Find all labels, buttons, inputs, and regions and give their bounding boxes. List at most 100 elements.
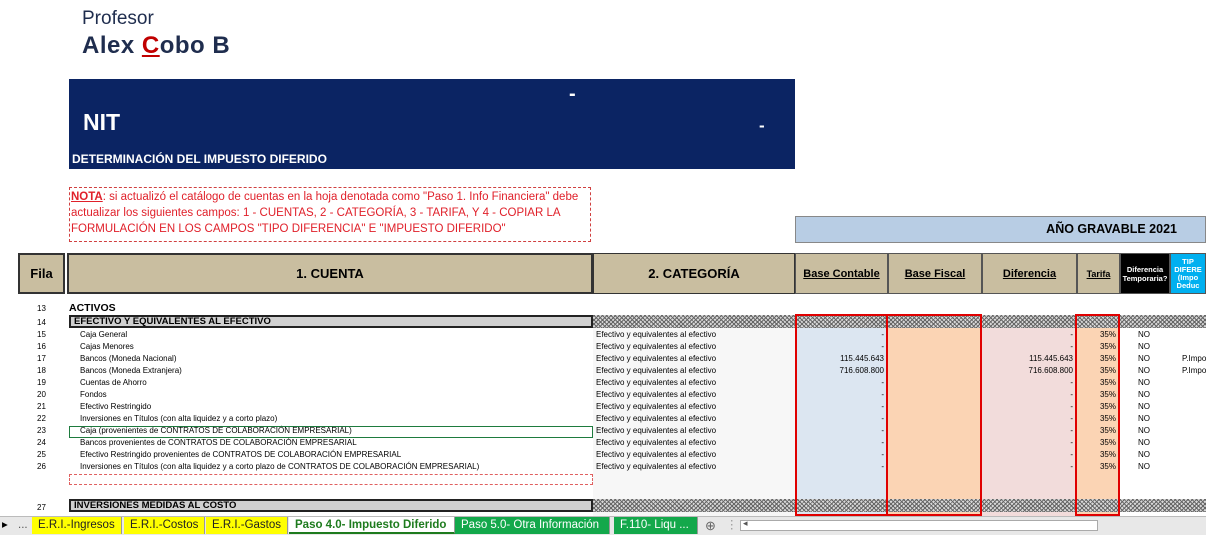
- diferencia-cell[interactable]: -: [984, 330, 1073, 339]
- cuenta-cell[interactable]: Inversiones en Títulos (con alta liquide…: [80, 414, 277, 423]
- base-contable-cell[interactable]: -: [796, 426, 884, 435]
- diferencia-cell[interactable]: -: [984, 462, 1073, 471]
- tarifa-cell[interactable]: 35%: [1078, 330, 1116, 339]
- categoria-cell[interactable]: Efectivo y equivalentes al efectivo: [596, 330, 716, 339]
- cuenta-cell[interactable]: Caja General: [80, 330, 127, 339]
- tarifa-cell[interactable]: 35%: [1078, 342, 1116, 351]
- categoria-cell[interactable]: Efectivo y equivalentes al efectivo: [596, 450, 716, 459]
- tab-paso4-impuesto-diferido[interactable]: Paso 4.0- Impuesto Diferido: [289, 517, 455, 534]
- tarifa-cell[interactable]: 35%: [1078, 366, 1116, 375]
- cuenta-cell[interactable]: Bancos (Moneda Extranjera): [80, 366, 182, 375]
- diferencia-temporaria-cell[interactable]: NO: [1138, 414, 1150, 423]
- scroll-left-icon[interactable]: ◂: [743, 518, 748, 529]
- diferencia-cell[interactable]: -: [984, 426, 1073, 435]
- header-tarifa[interactable]: Tarifa: [1077, 253, 1120, 294]
- row-number: 17: [37, 354, 46, 363]
- diferencia-temporaria-cell[interactable]: NO: [1138, 354, 1150, 363]
- more-tabs-button[interactable]: ...: [12, 517, 32, 534]
- base-contable-cell[interactable]: -: [796, 342, 884, 351]
- categoria-cell[interactable]: Efectivo y equivalentes al efectivo: [596, 390, 716, 399]
- cuenta-cell[interactable]: Efectivo Restringido provenientes de CON…: [80, 450, 401, 459]
- tab-eri-ingresos[interactable]: E.R.I.-Ingresos: [32, 517, 122, 534]
- categoria-cell[interactable]: Efectivo y equivalentes al efectivo: [596, 438, 716, 447]
- categoria-cell[interactable]: Efectivo y equivalentes al efectivo: [596, 378, 716, 387]
- diferencia-cell[interactable]: -: [984, 438, 1073, 447]
- base-contable-cell[interactable]: -: [796, 402, 884, 411]
- cuenta-cell[interactable]: Bancos (Moneda Nacional): [80, 354, 177, 363]
- diferencia-temporaria-cell[interactable]: NO: [1138, 426, 1150, 435]
- tipo-diferencia-cell[interactable]: P.Impo: [1182, 354, 1206, 363]
- scroll-tabs-left-icon[interactable]: ▸: [0, 517, 10, 534]
- base-contable-cell[interactable]: -: [796, 330, 884, 339]
- header-fila[interactable]: Fila: [18, 253, 65, 294]
- header-base-contable[interactable]: Base Contable: [795, 253, 888, 294]
- diferencia-temporaria-cell[interactable]: NO: [1138, 366, 1150, 375]
- diferencia-cell[interactable]: -: [984, 378, 1073, 387]
- tarifa-cell[interactable]: 35%: [1078, 426, 1116, 435]
- base-contable-cell[interactable]: -: [796, 414, 884, 423]
- tab-f110-liquidacion[interactable]: F.110- Liqu ...: [614, 517, 698, 534]
- base-contable-cell[interactable]: 115.445.643: [796, 354, 884, 363]
- tab-eri-costos[interactable]: E.R.I.-Costos: [124, 517, 205, 534]
- diferencia-cell[interactable]: 115.445.643: [984, 354, 1073, 363]
- diferencia-cell[interactable]: 716.608.800: [984, 366, 1074, 375]
- cuenta-cell[interactable]: Fondos: [80, 390, 107, 399]
- categoria-cell[interactable]: Efectivo y equivalentes al efectivo: [596, 342, 716, 351]
- add-sheet-icon[interactable]: ⊕: [702, 517, 722, 534]
- base-contable-cell[interactable]: -: [796, 450, 884, 459]
- base-contable-cell[interactable]: -: [796, 390, 884, 399]
- diferencia-temporaria-cell[interactable]: NO: [1138, 438, 1150, 447]
- categoria-cell[interactable]: Efectivo y equivalentes al efectivo: [596, 462, 716, 471]
- tarifa-cell[interactable]: 35%: [1078, 438, 1116, 447]
- diferencia-cell[interactable]: -: [984, 402, 1073, 411]
- diferencia-temporaria-cell[interactable]: NO: [1138, 462, 1150, 471]
- base-contable-cell[interactable]: -: [796, 438, 884, 447]
- diferencia-temporaria-cell[interactable]: NO: [1138, 402, 1150, 411]
- categoria-cell[interactable]: Efectivo y equivalentes al efectivo: [596, 414, 716, 423]
- diferencia-temporaria-cell[interactable]: NO: [1138, 342, 1150, 351]
- diferencia-cell[interactable]: -: [984, 390, 1073, 399]
- banner-subtitle: DETERMINACIÓN DEL IMPUESTO DIFERIDO: [72, 152, 327, 166]
- base-contable-cell[interactable]: 716.608.800: [796, 366, 885, 375]
- diferencia-temporaria-cell[interactable]: NO: [1138, 450, 1150, 459]
- header-base-fiscal[interactable]: Base Fiscal: [888, 253, 982, 294]
- cuenta-cell[interactable]: Cuentas de Ahorro: [80, 378, 147, 387]
- header-diferencia[interactable]: Diferencia: [982, 253, 1077, 294]
- tarifa-cell[interactable]: 35%: [1078, 414, 1116, 423]
- section-inversiones[interactable]: INVERSIONES MEDIDAS AL COSTO: [69, 499, 593, 512]
- header-tipo-diferencia[interactable]: TIP DIFERE (Impo Deduc: [1170, 253, 1206, 294]
- tarifa-cell[interactable]: 35%: [1078, 354, 1116, 363]
- tab-eri-gastos[interactable]: E.R.I.-Gastos: [206, 517, 288, 534]
- tab-paso5-otra-informacion[interactable]: Paso 5.0- Otra Información: [455, 517, 610, 534]
- cuenta-cell[interactable]: Efectivo Restringido: [80, 402, 151, 411]
- header-categoria[interactable]: 2. CATEGORÍA: [593, 253, 795, 294]
- categoria-cell[interactable]: Efectivo y equivalentes al efectivo: [596, 354, 716, 363]
- cuenta-cell[interactable]: Inversiones en Títulos (con alta liquide…: [80, 462, 479, 471]
- nota-text: : si actualizó el catálogo de cuentas en…: [71, 191, 579, 235]
- diferencia-cell[interactable]: -: [984, 414, 1073, 423]
- base-contable-cell[interactable]: -: [796, 462, 884, 471]
- diferencia-temporaria-cell[interactable]: NO: [1138, 378, 1150, 387]
- section-efectivo[interactable]: EFECTIVO Y EQUIVALENTES AL EFECTIVO: [69, 315, 593, 328]
- categoria-cell[interactable]: Efectivo y equivalentes al efectivo: [596, 366, 716, 375]
- horizontal-scrollbar[interactable]: ◂: [740, 518, 1098, 531]
- tarifa-cell[interactable]: 35%: [1078, 402, 1116, 411]
- cuenta-cell[interactable]: Bancos provenientes de CONTRATOS DE COLA…: [80, 438, 357, 447]
- diferencia-temporaria-cell[interactable]: NO: [1138, 390, 1150, 399]
- diferencia-cell[interactable]: -: [984, 450, 1073, 459]
- author-last: obo B: [159, 32, 231, 59]
- tarifa-cell[interactable]: 35%: [1078, 378, 1116, 387]
- tarifa-cell[interactable]: 35%: [1078, 450, 1116, 459]
- diferencia-temporaria-cell[interactable]: NO: [1138, 330, 1150, 339]
- tarifa-cell[interactable]: 35%: [1078, 462, 1116, 471]
- tarifa-cell[interactable]: 35%: [1078, 390, 1116, 399]
- categoria-cell[interactable]: Efectivo y equivalentes al efectivo: [596, 402, 716, 411]
- base-contable-cell[interactable]: -: [796, 378, 884, 387]
- selected-cell[interactable]: [69, 426, 593, 438]
- header-cuenta[interactable]: 1. CUENTA: [67, 253, 593, 294]
- cuenta-cell[interactable]: Cajas Menores: [80, 342, 134, 351]
- categoria-cell[interactable]: Efectivo y equivalentes al efectivo: [596, 426, 716, 435]
- header-diferencia-temporaria[interactable]: Diferencia Temporaria?: [1120, 253, 1170, 294]
- diferencia-cell[interactable]: -: [984, 342, 1073, 351]
- tipo-diferencia-cell[interactable]: P.Impo: [1182, 366, 1206, 375]
